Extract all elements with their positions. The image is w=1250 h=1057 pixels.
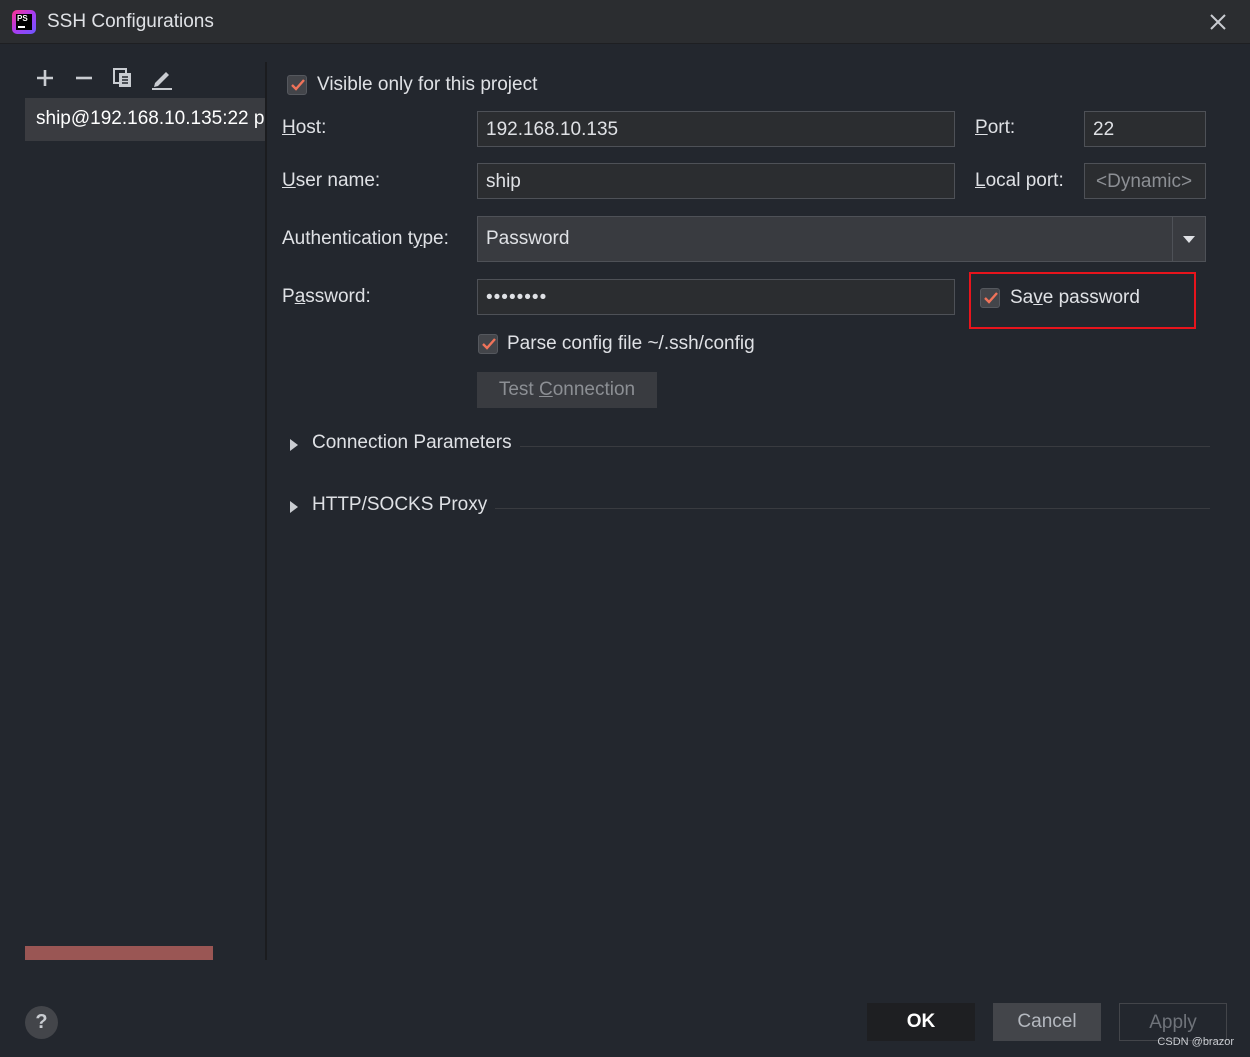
section-title: HTTP/SOCKS Proxy — [312, 494, 496, 516]
annotation-highlight — [969, 272, 1196, 329]
password-label: Password: — [282, 286, 371, 308]
auth-type-label-post: pe: — [422, 228, 449, 249]
auth-type-value: Password — [486, 228, 570, 249]
watermark: CSDN @brazor — [1157, 1036, 1234, 1048]
parse-config-label: Parse config file ~/.ssh/config — [507, 333, 755, 354]
section-connection-parameters[interactable]: Connection Parameters — [290, 432, 1210, 462]
local-port-label-mnemonic: L — [975, 170, 986, 191]
help-icon[interactable]: ? — [25, 1006, 58, 1039]
section-title: Connection Parameters — [312, 432, 520, 454]
host-input[interactable]: 192.168.10.135 — [477, 111, 955, 147]
user-name-label: User name: — [282, 170, 380, 192]
password-label-pre: P — [282, 286, 295, 307]
user-name-input[interactable]: ship — [477, 163, 955, 199]
close-icon[interactable] — [1208, 12, 1228, 32]
port-input[interactable]: 22 — [1084, 111, 1206, 147]
test-connection-label-mnemonic: C — [538, 379, 553, 400]
port-label-rest: ort: — [987, 117, 1016, 138]
test-connection-button[interactable]: Test Connection — [477, 372, 657, 408]
auth-type-label-pre: Authentication t — [282, 228, 413, 249]
password-label-post: ssword: — [305, 286, 371, 307]
edit-icon[interactable] — [150, 66, 174, 90]
host-label-mnemonic: H — [282, 117, 296, 138]
select-divider — [1172, 217, 1173, 261]
expand-arrow-icon[interactable] — [290, 439, 298, 451]
password-input[interactable]: •••••••• — [477, 279, 955, 315]
host-label: Host: — [282, 117, 326, 139]
expand-arrow-icon[interactable] — [290, 501, 298, 513]
auth-type-select[interactable]: Password — [477, 216, 1206, 262]
remove-icon[interactable] — [72, 66, 96, 90]
host-label-rest: ost: — [295, 117, 327, 138]
password-label-mnemonic: a — [294, 286, 306, 307]
panel-divider[interactable] — [265, 62, 267, 960]
local-port-input[interactable]: <Dynamic> — [1084, 163, 1206, 199]
test-connection-label-pre: Test — [498, 379, 539, 400]
window-title: SSH Configurations — [47, 11, 214, 32]
cancel-button[interactable]: Cancel — [993, 1003, 1101, 1041]
port-label: Port: — [975, 117, 1015, 139]
port-label-mnemonic: P — [975, 117, 988, 138]
local-port-label-rest: ocal port: — [985, 170, 1064, 191]
title-bar: PS SSH Configurations — [0, 0, 1250, 44]
scroll-marker — [25, 946, 213, 960]
chevron-down-icon[interactable] — [1183, 236, 1195, 243]
auth-type-label: Authentication type: — [282, 228, 449, 250]
local-port-label: Local port: — [975, 170, 1064, 192]
section-http-socks-proxy[interactable]: HTTP/SOCKS Proxy — [290, 494, 1210, 524]
user-name-label-mnemonic: U — [282, 170, 296, 191]
list-item[interactable]: ship@192.168.10.135:22 p — [25, 98, 265, 141]
phpstorm-logo-icon: PS — [12, 10, 36, 34]
add-icon[interactable] — [33, 66, 57, 90]
copy-icon[interactable] — [111, 66, 135, 90]
user-name-label-rest: ser name: — [295, 170, 381, 191]
parse-config-checkbox[interactable] — [478, 334, 498, 354]
visible-only-checkbox[interactable] — [287, 75, 307, 95]
app-logo-text: PS — [17, 14, 28, 23]
test-connection-label-post: onnection — [552, 379, 636, 400]
ok-button[interactable]: OK — [867, 1003, 975, 1041]
visible-only-label: Visible only for this project — [317, 74, 538, 95]
